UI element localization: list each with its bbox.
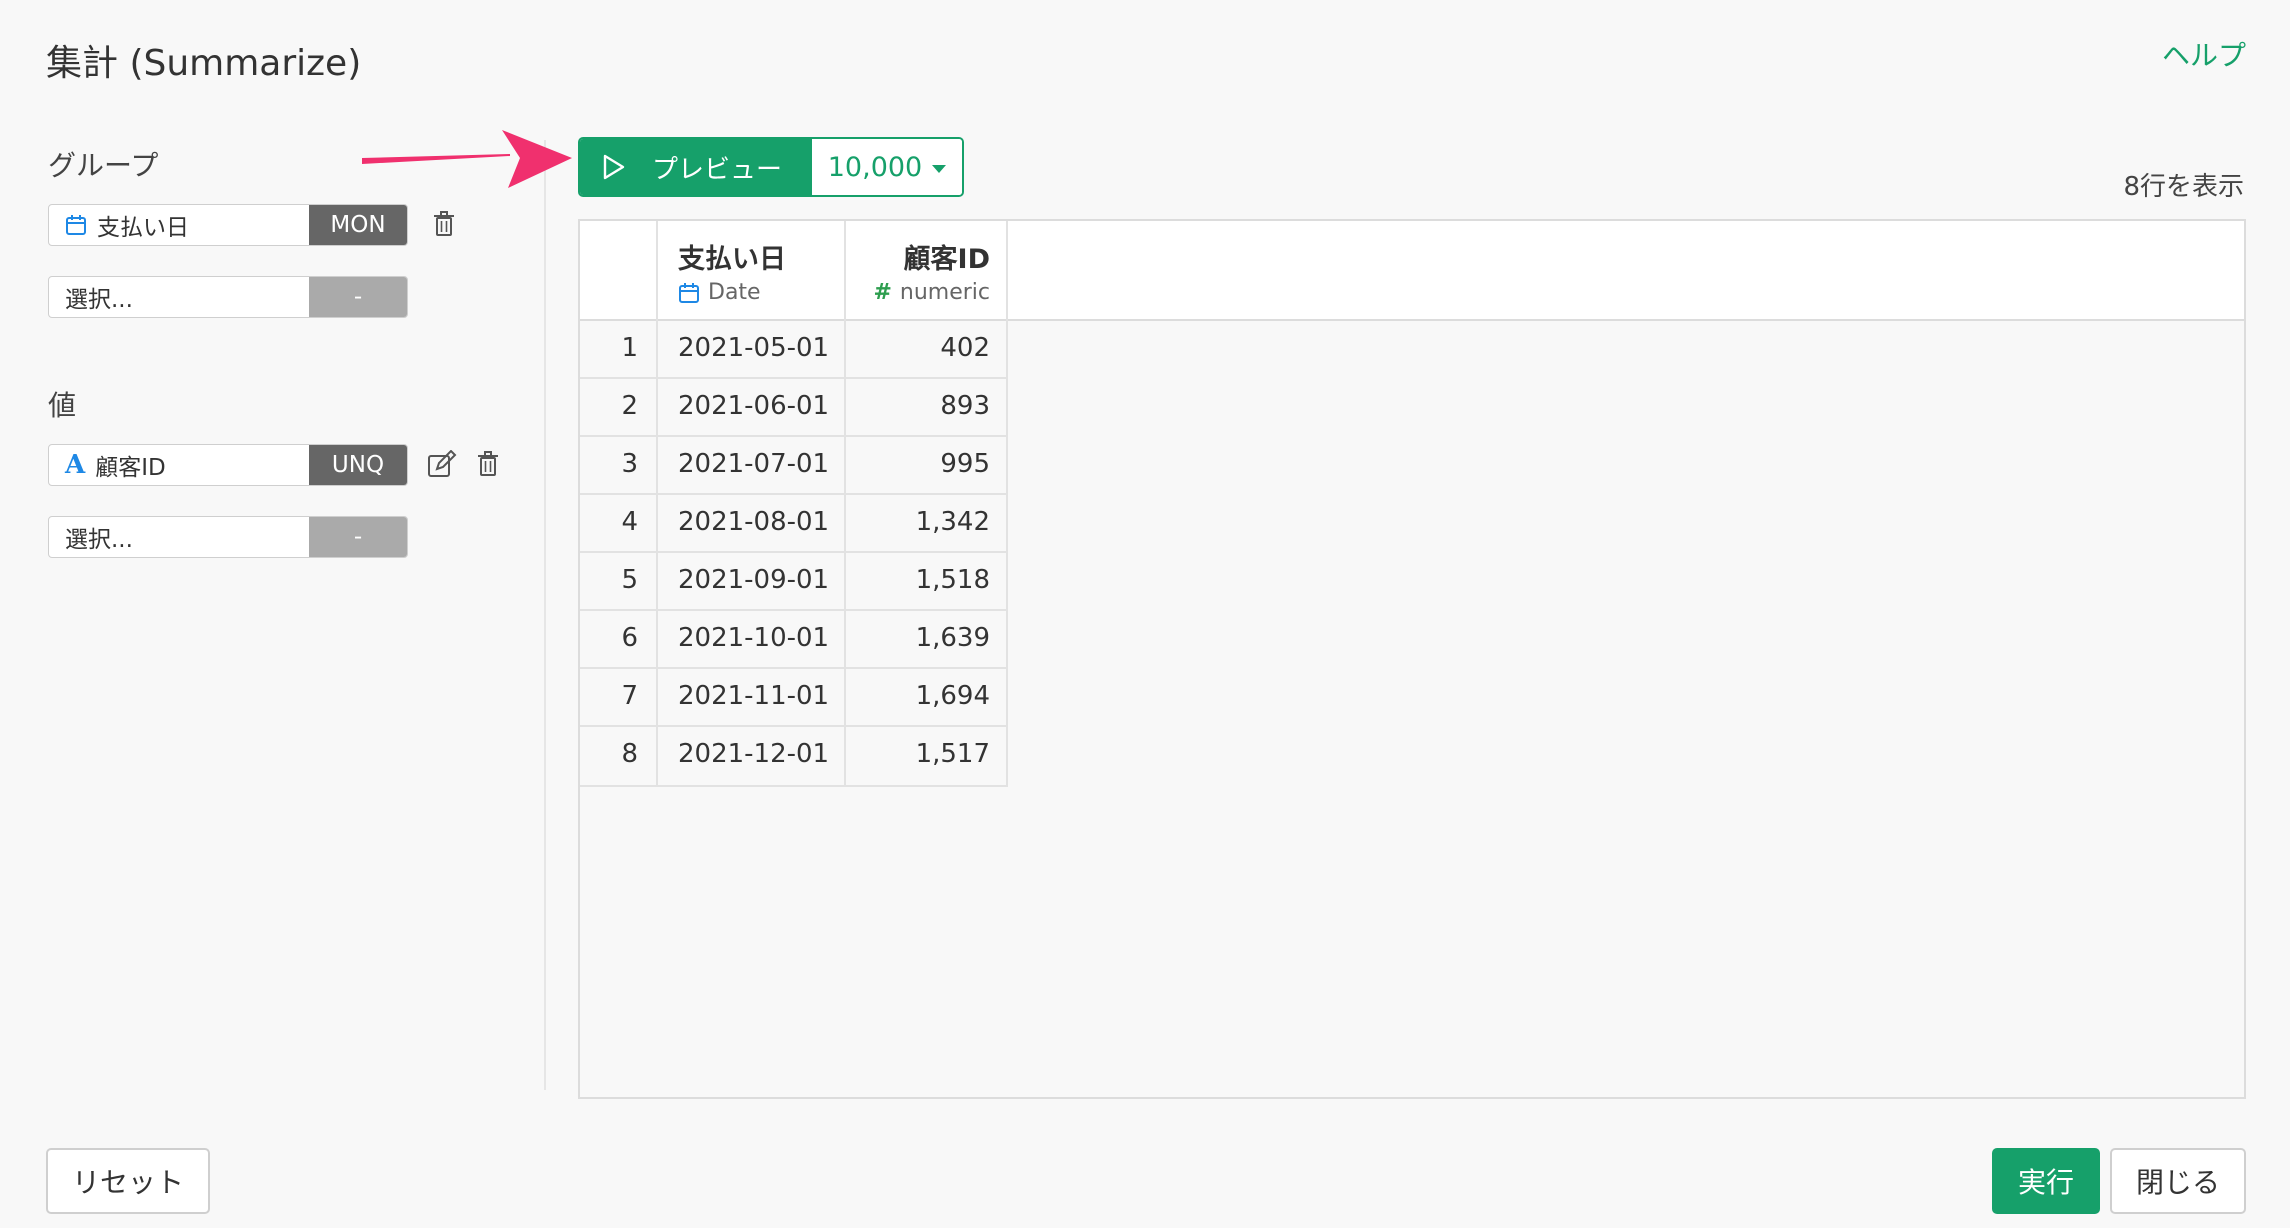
- cell-customer-id: 1,518: [915, 565, 990, 595]
- cell-customer-id: 1,342: [915, 507, 990, 537]
- group-field-payment-date[interactable]: 支払い日 MON: [48, 204, 408, 246]
- cell-customer-id: 893: [940, 391, 990, 421]
- help-link[interactable]: ヘルプ: [2162, 34, 2246, 74]
- group-field-name: 支払い日: [97, 215, 189, 241]
- character-type-icon: A: [65, 450, 86, 480]
- preview-button-label: プレビュー: [652, 154, 783, 185]
- cell-payment-date: 2021-12-01: [678, 739, 830, 769]
- cell-payment-date: 2021-09-01: [678, 565, 830, 595]
- preview-button-group: プレビュー 10,000: [578, 137, 964, 197]
- cell-payment-date: 2021-05-01: [678, 333, 830, 363]
- preview-rows-value: 10,000: [827, 151, 923, 183]
- preview-table: 支払い日 Date 顧客ID # numeric 1 2021-05-01 402 2…: [578, 219, 2246, 1099]
- column-header-payment-date[interactable]: 支払い日 Date: [678, 237, 838, 305]
- row-index: 2: [621, 391, 638, 421]
- table-row: 4 2021-08-01 1,342: [580, 493, 1008, 551]
- row-index: 6: [621, 623, 638, 653]
- cell-customer-id: 1,517: [915, 739, 990, 769]
- value-section-label: 値: [48, 389, 77, 422]
- table-row: 5 2021-09-01 1,518: [580, 551, 1008, 609]
- value-field-select[interactable]: 選択...: [49, 517, 309, 557]
- column-type: Date: [708, 280, 761, 305]
- cell-payment-date: 2021-08-01: [678, 507, 830, 537]
- cell-payment-date: 2021-11-01: [678, 681, 830, 711]
- cell-customer-id: 402: [940, 333, 990, 363]
- annotation-arrow-icon: [362, 130, 572, 188]
- row-index: 3: [621, 449, 638, 479]
- table-row: 1 2021-05-01 402: [580, 319, 1008, 377]
- group-field-empty[interactable]: 選択... -: [48, 276, 408, 318]
- group-field-name-box[interactable]: 支払い日: [49, 205, 309, 245]
- table-row: 3 2021-07-01 995: [580, 435, 1008, 493]
- table-row: 6 2021-10-01 1,639: [580, 609, 1008, 667]
- value-field-name: 顧客ID: [95, 455, 166, 481]
- page-title: 集計 (Summarize): [46, 43, 362, 84]
- calendar-icon: [678, 282, 700, 304]
- cell-customer-id: 995: [940, 449, 990, 479]
- value-field-name-box[interactable]: A 顧客ID: [49, 445, 309, 485]
- caret-down-icon: [932, 164, 947, 173]
- table-row: 8 2021-12-01 1,517: [580, 725, 1008, 783]
- preview-button[interactable]: プレビュー: [580, 139, 812, 195]
- row-index: 7: [621, 681, 638, 711]
- column-type: numeric: [899, 280, 990, 305]
- panel-divider: [544, 140, 546, 1090]
- trash-icon[interactable]: [428, 208, 460, 240]
- cell-customer-id: 1,694: [915, 681, 990, 711]
- group-section-label: グループ: [48, 149, 159, 182]
- table-row: 2 2021-06-01 893: [580, 377, 1008, 435]
- column-name: 顧客ID: [903, 244, 990, 275]
- group-field-select[interactable]: 選択...: [49, 277, 309, 317]
- hash-icon: #: [873, 280, 892, 305]
- row-count-text: 8行を表示: [2123, 172, 2244, 202]
- value-field-customer-id[interactable]: A 顧客ID UNQ: [48, 444, 408, 486]
- run-button[interactable]: 実行: [1992, 1148, 2100, 1214]
- column-header-customer-id[interactable]: 顧客ID # numeric: [846, 237, 990, 305]
- row-index: 1: [621, 333, 638, 363]
- play-icon: [602, 153, 626, 181]
- cell-payment-date: 2021-06-01: [678, 391, 830, 421]
- column-name: 支払い日: [678, 244, 786, 275]
- cell-customer-id: 1,639: [915, 623, 990, 653]
- cell-payment-date: 2021-10-01: [678, 623, 830, 653]
- value-field-empty[interactable]: 選択... -: [48, 516, 408, 558]
- close-button[interactable]: 閉じる: [2110, 1148, 2246, 1214]
- reset-button[interactable]: リセット: [46, 1148, 210, 1214]
- row-index: 8: [621, 739, 638, 769]
- trash-icon[interactable]: [472, 448, 504, 480]
- value-aggregation-select-empty[interactable]: -: [309, 517, 407, 557]
- preview-rows-dropdown[interactable]: 10,000: [812, 139, 962, 195]
- row-index: 5: [621, 565, 638, 595]
- edit-icon[interactable]: [426, 448, 458, 480]
- cell-payment-date: 2021-07-01: [678, 449, 830, 479]
- group-aggregation-select[interactable]: MON: [309, 205, 407, 245]
- table-row: 7 2021-11-01 1,694: [580, 667, 1008, 725]
- group-aggregation-select-empty[interactable]: -: [309, 277, 407, 317]
- calendar-icon: [65, 214, 87, 236]
- value-aggregation-select[interactable]: UNQ: [309, 445, 407, 485]
- row-index: 4: [621, 507, 638, 537]
